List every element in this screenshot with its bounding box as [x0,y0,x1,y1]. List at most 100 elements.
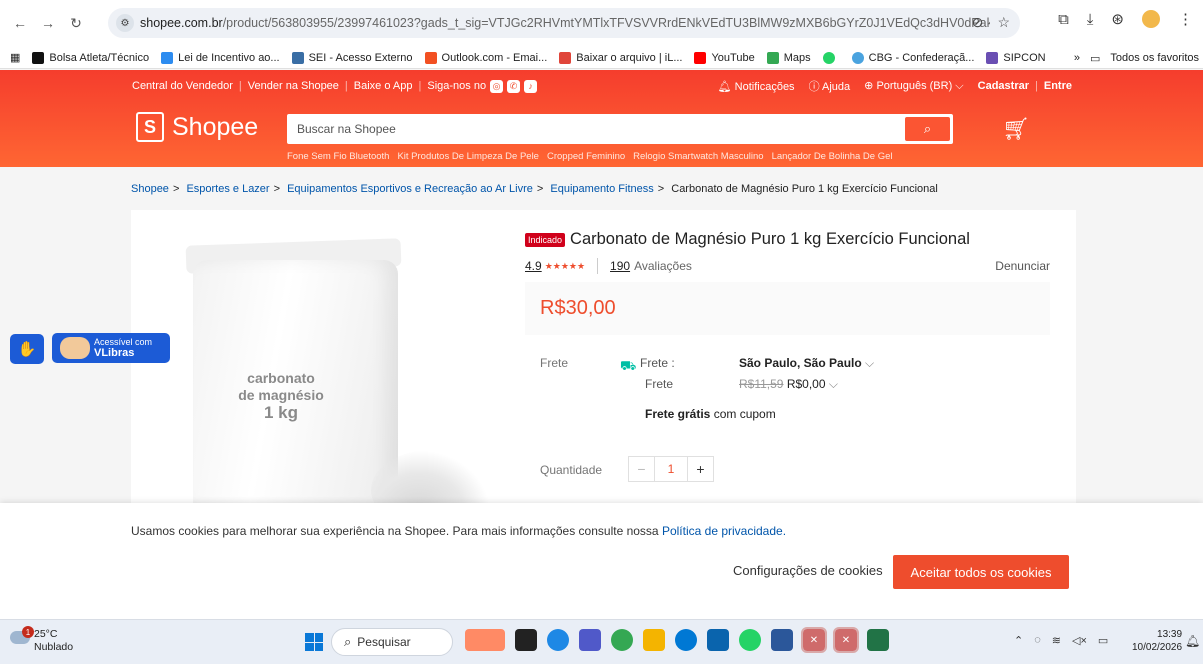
accessibility-hand-icon[interactable]: ✋ [10,334,44,364]
vlibras-button[interactable]: Acessível com VLibras [52,333,170,363]
notification-center-icon[interactable]: 🔔︎ [1185,634,1200,648]
profile-avatar[interactable] [1142,10,1160,28]
more-bookmarks-button[interactable]: » [1074,52,1080,64]
store-app-icon[interactable] [675,629,697,651]
seller-center-link[interactable]: Central do Vendedor [132,80,233,92]
help-link[interactable]: ⓘ Ajuda [809,78,851,94]
bookmark-item[interactable]: Baixar o arquivo | iL... [559,51,682,64]
folder-app-icon[interactable] [643,629,665,651]
xbox-app-icon[interactable]: ✕ [801,627,827,653]
bell-icon: 🔔︎ [717,80,735,93]
bookmark-item[interactable]: Bolsa Atleta/Técnico [32,51,149,64]
edge-app-icon[interactable] [547,629,569,651]
price-box: R$30,00 [525,282,1050,335]
quantity-value[interactable]: 1 [655,457,687,481]
apps-grid-icon[interactable]: ▦ [10,51,20,64]
suggestion-link[interactable]: Fone Sem Fio Bluetooth [287,151,389,162]
follow-label: Siga-nos no [427,80,487,92]
bookmark-item[interactable]: SEI - Acesso Externo [291,51,413,64]
extensions-icon[interactable]: ⧉ [1058,11,1069,28]
widgets-app-icon[interactable] [465,629,505,651]
system-clock[interactable]: 13:39 10/02/2026 [1132,628,1182,654]
whatsapp-icon [822,51,835,64]
wifi-icon[interactable]: ≋ [1052,634,1061,647]
chrome-app-icon[interactable] [611,629,633,651]
shipping-cost[interactable]: R$11,59 R$0,00 ⌵ [739,377,838,392]
word-app-icon[interactable] [771,629,793,651]
teams-app-icon[interactable] [579,629,601,651]
forward-icon[interactable]: → [38,13,58,33]
register-link[interactable]: Cadastrar [978,80,1029,92]
bookmark-item[interactable] [822,51,840,64]
weather-alert-badge: 1 [22,626,34,638]
sell-link[interactable]: Vender na Shopee [248,80,339,92]
breadcrumb-item[interactable]: Shopee [131,183,169,195]
weather-widget[interactable]: 1 25°C Nublado [10,626,73,654]
password-icon[interactable]: ⊛ [1111,10,1124,28]
xbox-app-2-icon[interactable]: ✕ [833,627,859,653]
eye-off-icon[interactable]: ⊘ [972,14,984,31]
decrease-button[interactable]: − [629,457,655,481]
cookie-settings-button[interactable]: Configurações de cookies [733,563,883,578]
suggestion-link[interactable]: Lançador De Bolinha De Gel [772,151,893,162]
bookmark-favicon [851,51,864,64]
url-text[interactable]: shopee.com.br/product/563803955/23997461… [140,16,990,30]
whatsapp-app-icon[interactable] [739,629,761,651]
rating-value[interactable]: 4.9 [525,259,542,273]
bookmark-item[interactable]: Maps [766,51,811,64]
taskbar-search[interactable]: ⌕ Pesquisar [331,628,453,656]
whatsapp-icon[interactable]: ✆ [507,79,521,93]
instagram-icon[interactable]: ◎ [490,79,504,93]
free-shipping-text: Frete grátis com cupom [645,407,776,421]
windows-start-icon[interactable] [305,633,323,651]
review-count[interactable]: 190 [610,259,630,273]
login-link[interactable]: Entre [1044,80,1072,92]
cookie-text: Usamos cookies para melhorar sua experiê… [131,524,787,538]
privacy-policy-link[interactable]: Política de privacidade. [662,524,786,538]
app-link[interactable]: Baixe o App [354,80,413,92]
outlook-app-icon[interactable] [707,629,729,651]
battery-icon[interactable]: ▭ [1098,634,1108,647]
product-image[interactable]: carbonato de magnésio 1 kg [151,220,501,510]
breadcrumb-item[interactable]: Esportes e Lazer [186,183,269,195]
bookmark-item[interactable]: SIPCON [986,51,1046,64]
file-explorer-app-icon[interactable] [515,629,537,651]
suggestion-link[interactable]: Kit Produtos De Limpeza De Pele [397,151,539,162]
browser-toolbar: ← → ↻ ⚙ shopee.com.br/product/563803955/… [0,0,1203,47]
excel-app-icon[interactable] [867,629,889,651]
suggestion-link[interactable]: Relogio Smartwatch Masculino [633,151,763,162]
language-selector[interactable]: ⊕ Português (BR) ⌵ [864,79,964,93]
shipping-location-select[interactable]: São Paulo, São Paulo ⌵ [739,356,874,371]
bookmark-favicon [424,51,437,64]
suggestion-link[interactable]: Cropped Feminino [547,151,625,162]
search-button[interactable]: ⌕ [905,117,950,141]
bookmark-star-icon[interactable]: ☆ [997,14,1010,31]
report-link[interactable]: Denunciar [995,259,1050,273]
download-icon[interactable]: ⤓ [1087,11,1094,28]
tiktok-icon[interactable]: ♪ [524,79,538,93]
accept-cookies-button[interactable]: Aceitar todos os cookies [893,555,1069,589]
volume-icon[interactable]: ◁× [1072,634,1087,647]
search-input[interactable] [297,122,897,136]
network-icon[interactable]: ◌ [1034,634,1041,647]
breadcrumb-item[interactable]: Equipamentos Esportivos e Recreação ao A… [287,183,533,195]
bookmark-item[interactable]: Outlook.com - Emai... [424,51,547,64]
bookmark-item[interactable]: YouTube [694,51,755,64]
taskbar-apps: ✕ ✕ [465,627,889,653]
bookmark-item[interactable]: Lei de Incentivo ao... [161,51,280,64]
all-favorites-link[interactable]: Todos os favoritos [1110,52,1199,64]
notifications-link[interactable]: 🔔︎ Notificações [718,80,795,93]
increase-button[interactable]: + [687,457,713,481]
site-info-icon[interactable]: ⚙ [116,14,134,32]
folder-icon: ▭ [1089,52,1101,65]
cart-icon[interactable]: 🛒︎ [1002,116,1030,142]
back-icon[interactable]: ← [10,13,30,33]
address-bar[interactable]: ⚙ shopee.com.br/product/563803955/239974… [108,8,1020,38]
chevron-up-icon[interactable]: ⌃ [1014,634,1023,647]
menu-icon[interactable]: ⋮ [1178,10,1193,28]
reload-icon[interactable]: ↻ [66,13,86,33]
bag-label: carbonato de magnésio 1 kg [238,370,324,422]
breadcrumb-item[interactable]: Equipamento Fitness [550,183,653,195]
shopee-logo[interactable]: S Shopee [136,112,258,142]
bookmark-item[interactable]: CBG - Confederaçã... [851,51,974,64]
